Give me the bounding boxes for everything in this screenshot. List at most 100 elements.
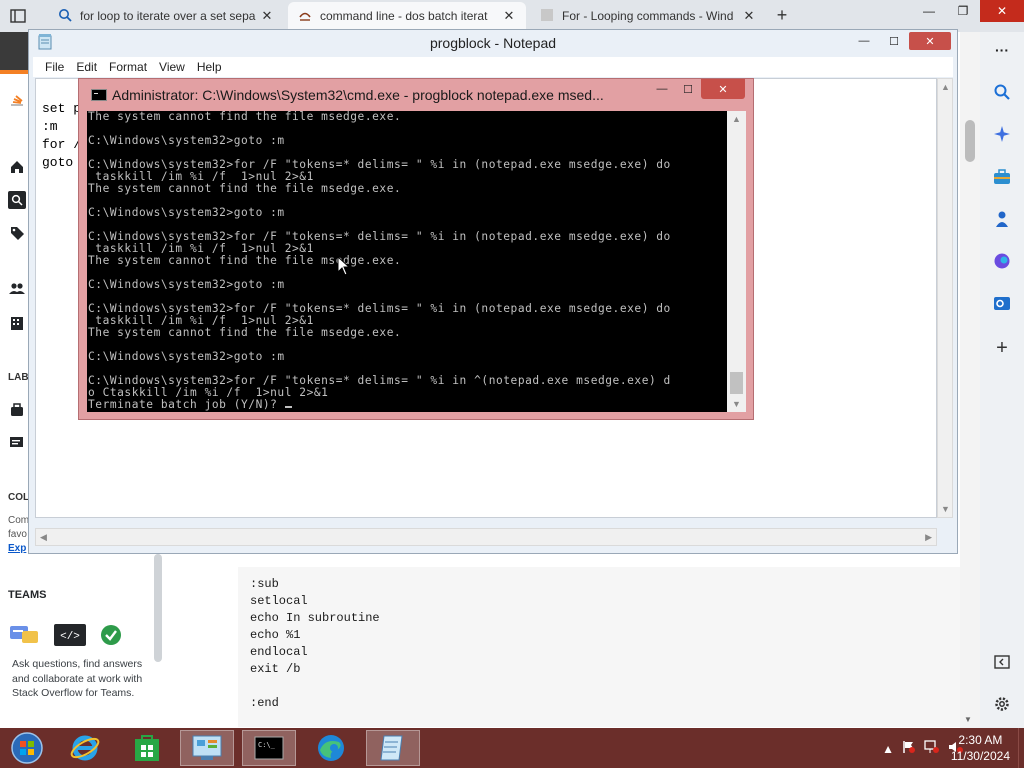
more-options-icon[interactable]: ··· — [992, 40, 1012, 60]
menu-edit[interactable]: Edit — [70, 60, 103, 74]
clock[interactable]: 2:30 AM 11/30/2024 — [951, 732, 1010, 764]
teams-illustration: </> — [10, 624, 122, 649]
edge-icon[interactable] — [304, 730, 358, 766]
scroll-up-arrow-icon[interactable]: ▲ — [732, 114, 741, 124]
scroll-down-arrow-icon[interactable]: ▼ — [941, 504, 950, 514]
code-line: :end — [250, 696, 279, 710]
svg-text:C:\_: C:\_ — [258, 741, 276, 749]
code-line: :sub — [250, 577, 279, 591]
notepad-window-controls: — ☐ ✕ — [849, 32, 951, 50]
minimize-icon[interactable]: — — [849, 32, 879, 50]
console-line: Terminate batch job (Y/N)? — [88, 399, 727, 411]
edge-sidebar: ··· + — [980, 32, 1024, 728]
games-icon[interactable] — [992, 209, 1012, 229]
copilot-icon[interactable] — [992, 251, 1012, 271]
console-line: C:\Windows\system32>goto :m — [88, 350, 285, 363]
page-scroll-thumb[interactable] — [965, 120, 975, 162]
scroll-down-arrow-icon[interactable]: ▼ — [732, 399, 741, 409]
tab-title: for loop to iterate over a set sepa — [80, 9, 256, 23]
stackoverflow-logo-icon[interactable] — [8, 90, 26, 108]
page-scrollbar[interactable]: ▼ — [960, 32, 980, 728]
console-line: The system cannot find the file msedge.e… — [88, 111, 402, 123]
clock-date: 11/30/2024 — [950, 749, 1010, 763]
copilot-sparkle-icon[interactable] — [992, 124, 1012, 144]
action-center-flag-icon[interactable] — [902, 740, 916, 757]
browser-window-controls: — ❐ ✕ — [912, 0, 1024, 32]
show-desktop-button[interactable] — [1018, 728, 1024, 768]
tab-search[interactable]: for loop to iterate over a set sepa ✕ — [48, 2, 284, 30]
maximize-icon[interactable]: ☐ — [675, 79, 701, 99]
search-icon — [58, 8, 72, 25]
collectives-label: COL — [8, 492, 30, 503]
scroll-left-arrow-icon[interactable]: ◀ — [40, 532, 47, 543]
close-icon[interactable]: ✕ — [701, 79, 745, 99]
notepad-titlebar[interactable]: progblock - Notepad — ☐ ✕ — [29, 30, 957, 56]
discussions-icon[interactable] — [8, 434, 26, 452]
tags-icon[interactable] — [8, 224, 26, 242]
notepad-menubar: File Edit Format View Help — [33, 57, 953, 77]
questions-icon[interactable] — [8, 191, 26, 209]
settings-gear-icon[interactable] — [992, 694, 1012, 714]
console-line: C:\Windows\system32>goto :m — [88, 206, 285, 219]
users-icon[interactable] — [8, 280, 26, 298]
left-sidebar-scrollbar[interactable] — [154, 554, 162, 662]
close-icon[interactable]: ✕ — [909, 32, 951, 50]
code-line: endlocal — [250, 645, 308, 659]
notepad-taskbar-icon[interactable] — [366, 730, 420, 766]
cmd-vertical-scrollbar[interactable]: ▲ ▼ — [727, 111, 746, 412]
chat-icon — [10, 624, 40, 649]
console-line: C:\Windows\system32>goto :m — [88, 278, 285, 291]
menu-format[interactable]: Format — [103, 60, 153, 74]
scroll-down-arrow-icon[interactable]: ▼ — [964, 715, 972, 724]
notepad-title: progblock - Notepad — [429, 35, 557, 51]
add-icon[interactable]: + — [992, 337, 1012, 359]
collectives-icon[interactable] — [8, 401, 26, 419]
menu-view[interactable]: View — [153, 60, 191, 74]
teams-label: TEAMS — [8, 589, 47, 601]
notepad-vertical-scrollbar[interactable]: ▲ ▼ — [937, 78, 953, 518]
internet-explorer-icon[interactable] — [58, 730, 112, 766]
menu-file[interactable]: File — [39, 60, 70, 74]
minimize-icon[interactable]: — — [649, 79, 675, 99]
network-icon[interactable] — [924, 740, 940, 757]
menu-help[interactable]: Help — [191, 60, 228, 74]
home-icon[interactable] — [8, 158, 26, 176]
tab-microsoft-docs[interactable]: For - Looping commands - Wind ✕ — [530, 2, 766, 30]
tab-close-icon[interactable]: ✕ — [502, 8, 516, 24]
tab-actions-icon[interactable] — [8, 6, 28, 26]
scroll-right-arrow-icon[interactable]: ▶ — [925, 532, 932, 543]
text-cursor — [284, 406, 292, 408]
tools-briefcase-icon[interactable] — [992, 167, 1012, 187]
console-line: C:\Windows\system32>goto :m — [88, 134, 285, 147]
cmd-icon — [91, 89, 107, 101]
outlook-icon[interactable] — [992, 293, 1012, 313]
cmd-scroll-thumb[interactable] — [730, 372, 743, 394]
check-icon — [100, 624, 122, 649]
labs-label: LAB — [8, 372, 29, 383]
maximize-icon[interactable]: ☐ — [879, 32, 909, 50]
clock-time: 2:30 AM — [958, 733, 1003, 747]
scroll-up-arrow-icon[interactable]: ▲ — [941, 82, 950, 92]
control-panel-icon[interactable] — [180, 730, 234, 766]
new-tab-button[interactable]: + — [772, 6, 792, 26]
search-icon[interactable] — [992, 82, 1012, 102]
cmd-titlebar[interactable]: Administrator: C:\Windows\System32\cmd.e… — [79, 79, 753, 110]
companies-icon[interactable] — [8, 314, 26, 332]
minimize-icon[interactable]: — — [912, 0, 946, 22]
sidebar-toggle-icon[interactable] — [992, 652, 1012, 672]
code-icon: </> — [54, 624, 86, 649]
tab-close-icon[interactable]: ✕ — [260, 8, 274, 24]
close-icon[interactable]: ✕ — [980, 0, 1024, 22]
tab-stackoverflow[interactable]: command line - dos batch iterat ✕ — [288, 2, 526, 30]
tab-close-icon[interactable]: ✕ — [742, 8, 756, 24]
cmd-console-output[interactable]: The system cannot find the file msedge.e… — [87, 111, 727, 412]
notepad-horizontal-scrollbar[interactable]: ◀ ▶ — [35, 528, 937, 546]
show-hidden-icons-icon[interactable]: ▲ — [882, 742, 894, 756]
taskbar: C:\_ ▲ 2:30 AM 11/30/2024 — [0, 728, 1024, 768]
explore-link[interactable]: Exp — [8, 542, 26, 556]
start-button[interactable] — [0, 730, 54, 766]
cmd-taskbar-icon[interactable]: C:\_ — [242, 730, 296, 766]
store-icon[interactable] — [120, 730, 174, 766]
restore-icon[interactable]: ❐ — [946, 0, 980, 22]
console-line: The system cannot find the file msedge.e… — [88, 254, 402, 267]
